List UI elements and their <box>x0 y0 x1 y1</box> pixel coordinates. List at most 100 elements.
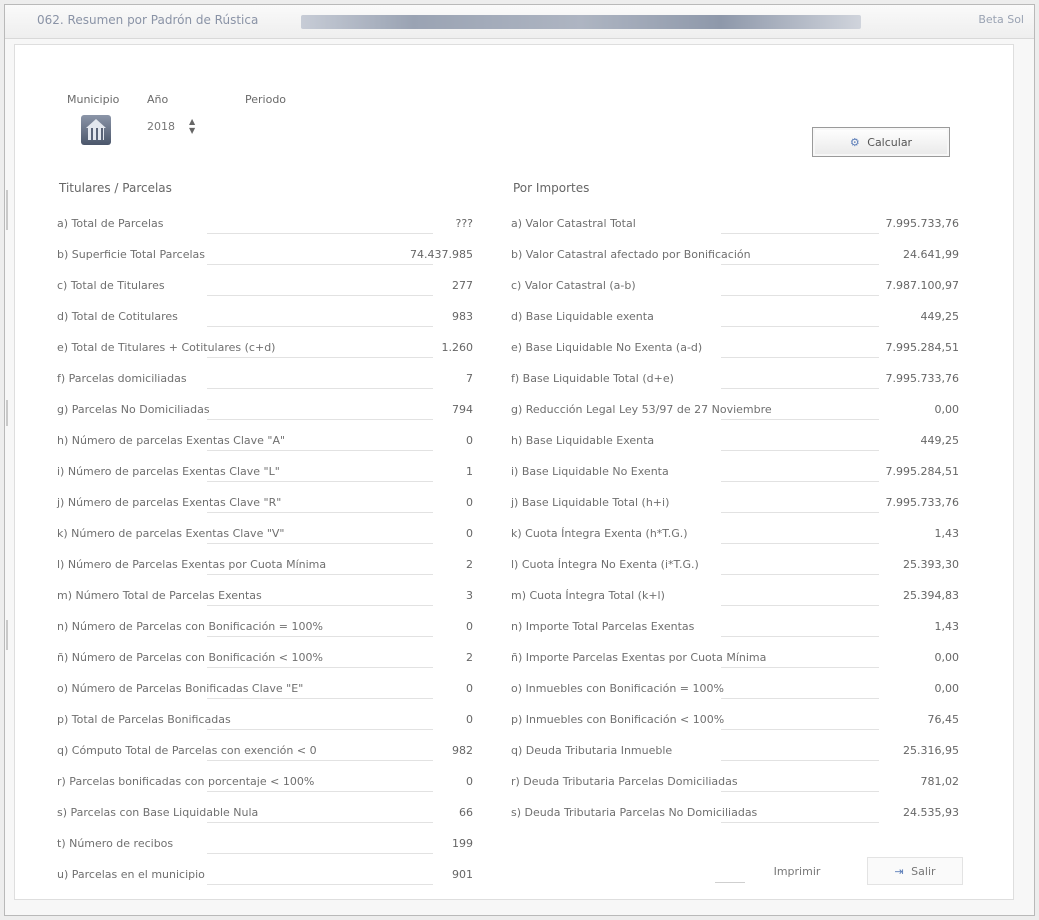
row-leader <box>721 419 879 420</box>
row-value: 0,00 <box>934 682 960 695</box>
row-label: k) Cuota Íntegra Exenta (h*T.G.) <box>511 527 688 540</box>
right-row: m) Cuota Íntegra Total (k+l) 25.394,83 <box>511 589 959 607</box>
exit-button-label: Salir <box>911 864 936 878</box>
window-controls[interactable]: Beta Sol <box>978 13 1024 26</box>
row-leader <box>721 357 879 358</box>
left-row: ñ) Número de Parcelas con Bonificación <… <box>57 651 473 669</box>
row-leader <box>207 388 433 389</box>
row-label: f) Parcelas domiciliadas <box>57 372 187 385</box>
right-row: r) Deuda Tributaria Parcelas Domiciliada… <box>511 775 959 793</box>
row-value: 7.995.284,51 <box>885 341 959 354</box>
row-value: 1 <box>466 465 473 478</box>
calculate-button[interactable]: ⚙ Calcular <box>812 127 950 157</box>
row-leader <box>721 729 879 730</box>
right-row: q) Deuda Tributaria Inmueble 25.316,95 <box>511 744 959 762</box>
row-leader <box>721 543 879 544</box>
right-row: h) Base Liquidable Exenta 449,25 <box>511 434 959 452</box>
spin-arrows-icon[interactable]: ▲ ▼ <box>189 117 195 135</box>
row-label: i) Número de parcelas Exentas Clave "L" <box>57 465 280 478</box>
row-leader <box>721 822 879 823</box>
row-value: 982 <box>452 744 473 757</box>
left-row: p) Total de Parcelas Bonificadas 0 <box>57 713 473 731</box>
right-row: p) Inmuebles con Bonificación < 100% 76,4… <box>511 713 959 731</box>
row-label: i) Base Liquidable No Exenta <box>511 465 669 478</box>
row-label: j) Número de parcelas Exentas Clave "R" <box>57 496 282 509</box>
right-row: ñ) Importe Parcelas Exentas por Cuota Mí… <box>511 651 959 669</box>
row-leader <box>207 481 433 482</box>
right-row: b) Valor Catastral afectado por Bonifica… <box>511 248 959 266</box>
right-row: e) Base Liquidable No Exenta (a-d) 7.995.… <box>511 341 959 359</box>
left-row: u) Parcelas en el municipio 901 <box>57 868 473 886</box>
row-leader <box>721 667 879 668</box>
row-value: 3 <box>466 589 473 602</box>
row-value: 25.393,30 <box>903 558 959 571</box>
row-value: 0 <box>466 620 473 633</box>
calculate-button-label: Calcular <box>867 135 913 149</box>
right-row: l) Cuota Íntegra No Exenta (i*T.G.) 25.39… <box>511 558 959 576</box>
right-row: j) Base Liquidable Total (h+i) 7.995.733,… <box>511 496 959 514</box>
municipio-building-icon[interactable] <box>81 115 111 145</box>
row-value: 0 <box>466 434 473 447</box>
row-leader <box>207 729 433 730</box>
left-edge-mark <box>6 190 8 230</box>
row-value: 1,43 <box>934 527 960 540</box>
row-value: 7 <box>466 372 473 385</box>
right-row: k) Cuota Íntegra Exenta (h*T.G.) 1,43 <box>511 527 959 545</box>
row-value: 0 <box>466 496 473 509</box>
row-value: 76,45 <box>927 713 960 726</box>
right-row: f) Base Liquidable Total (d+e) 7.995.733,… <box>511 372 959 390</box>
municipio-label: Municipio <box>67 93 120 106</box>
copies-input[interactable] <box>715 865 745 883</box>
row-leader <box>721 233 879 234</box>
year-value: 2018 <box>147 120 175 133</box>
anio-label: Año <box>147 93 169 106</box>
right-row: o) Inmuebles con Bonificación = 100% 0,00 <box>511 682 959 700</box>
right-row: d) Base Liquidable exenta 449,25 <box>511 310 959 328</box>
row-value: 7.995.284,51 <box>885 465 959 478</box>
left-section-title: Titulares / Parcelas <box>59 181 172 195</box>
left-row: a) Total de Parcelas??? <box>57 217 473 235</box>
row-label: s) Parcelas con Base Liquidable Nula <box>57 806 259 819</box>
row-label: u) Parcelas en el municipio <box>57 868 205 881</box>
row-leader <box>207 357 433 358</box>
row-value: 66 <box>459 806 473 819</box>
left-row: d) Total de Cotitulares 983 <box>57 310 473 328</box>
row-label: j) Base Liquidable Total (h+i) <box>511 496 670 509</box>
window-title: 062. Resumen por Padrón de Rústica <box>37 13 259 27</box>
row-leader <box>207 450 433 451</box>
row-value: 7.995.733,76 <box>885 372 959 385</box>
left-row: f) Parcelas domiciliadas 7 <box>57 372 473 390</box>
row-label: h) Número de parcelas Exentas Clave "A" <box>57 434 286 447</box>
left-edge-mark <box>6 400 8 426</box>
row-leader <box>207 667 433 668</box>
exit-button[interactable]: ⇥ Salir <box>867 857 963 885</box>
year-stepper[interactable]: 2018 ▲ ▼ <box>147 117 203 137</box>
periodo-label: Periodo <box>245 93 287 106</box>
row-value: 0 <box>466 682 473 695</box>
row-label: g) Reducción Legal Ley 53/97 de 27 Novie… <box>511 403 772 416</box>
row-leader <box>207 884 433 885</box>
row-leader <box>721 512 879 513</box>
row-value: 277 <box>452 279 473 292</box>
row-label: d) Total de Cotitulares <box>57 310 178 323</box>
left-row: m) Número Total de Parcelas Exentas 3 <box>57 589 473 607</box>
left-row: r) Parcelas bonificadas con porcentaje <… <box>57 775 473 793</box>
left-row: g) Parcelas No Domiciliadas 794 <box>57 403 473 421</box>
left-row: q) Cómputo Total de Parcelas con exenció… <box>57 744 473 762</box>
row-value: 7.995.733,76 <box>885 217 959 230</box>
row-value: 794 <box>452 403 473 416</box>
right-section-title: Por Importes <box>513 181 590 195</box>
row-label: b) Superficie Total Parcelas <box>57 248 205 261</box>
row-label: m) Cuota Íntegra Total (k+l) <box>511 589 665 602</box>
row-leader <box>721 791 879 792</box>
row-leader <box>207 419 433 420</box>
row-leader <box>207 853 433 854</box>
print-button[interactable]: Imprimir <box>757 857 837 885</box>
row-leader <box>207 295 433 296</box>
row-label: k) Número de parcelas Exentas Clave "V" <box>57 527 285 540</box>
left-edge-mark <box>6 620 8 650</box>
row-leader <box>721 605 879 606</box>
row-label: h) Base Liquidable Exenta <box>511 434 655 447</box>
left-row: t) Número de recibos 199 <box>57 837 473 855</box>
row-value: 0 <box>466 527 473 540</box>
